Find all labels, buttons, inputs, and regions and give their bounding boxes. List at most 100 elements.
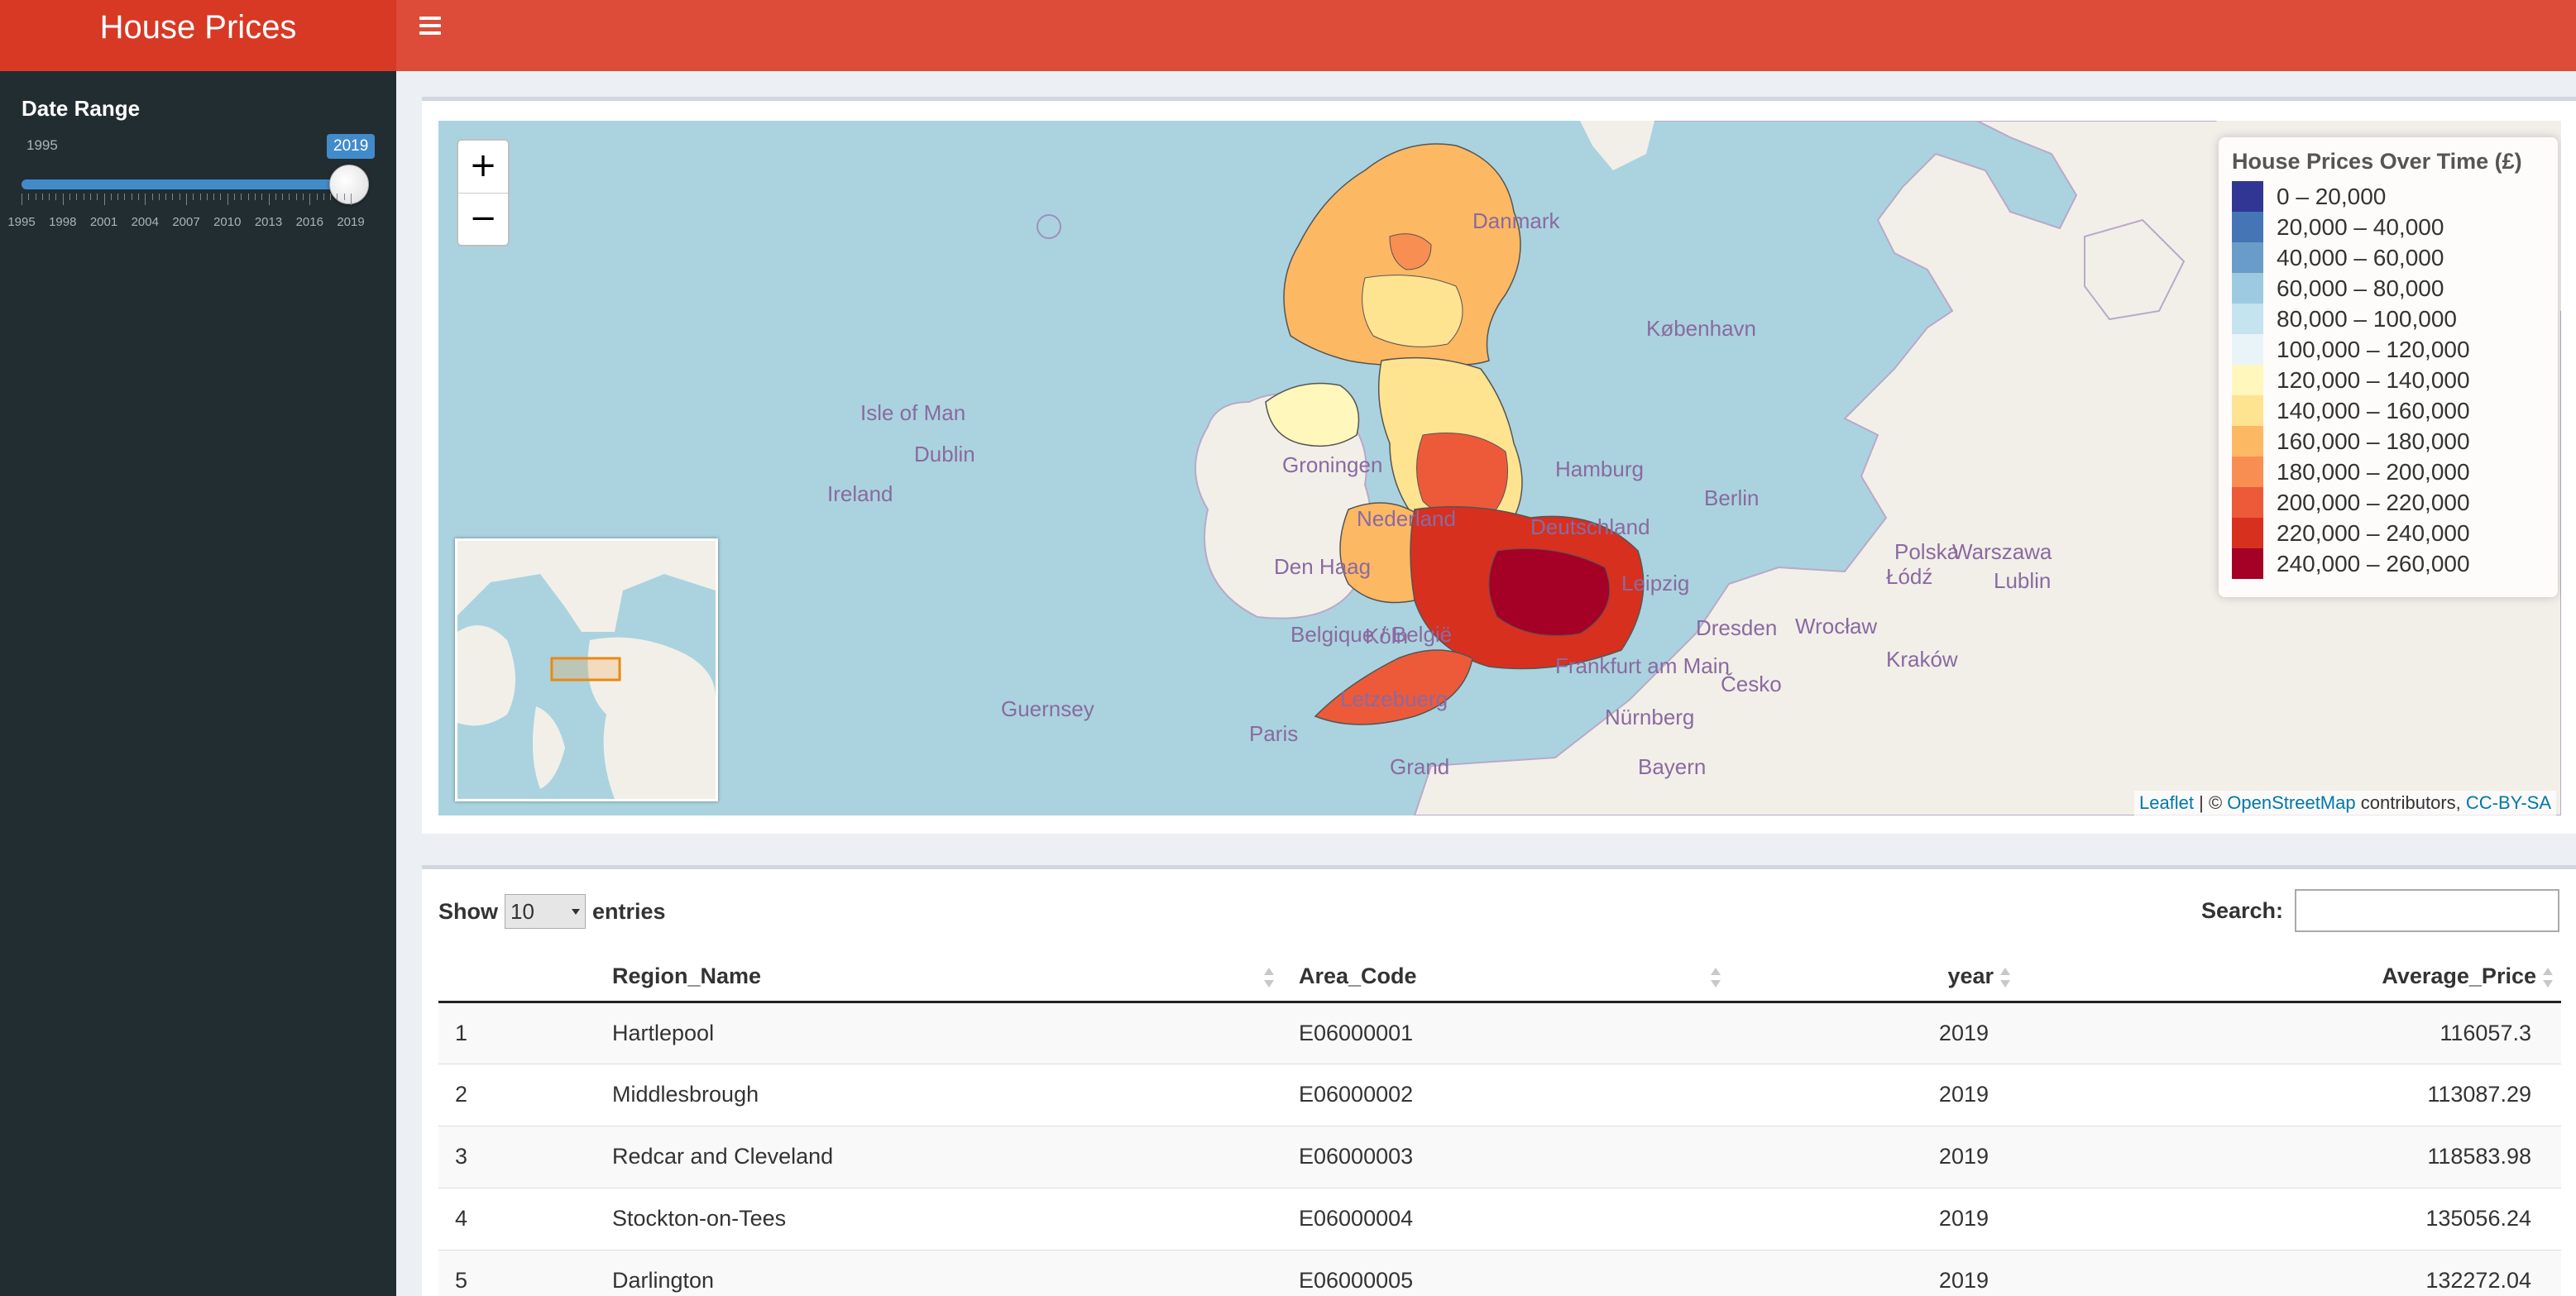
- cell-average-price: 118583.98: [2018, 1125, 2561, 1188]
- legend-item: 200,000 – 220,000: [2232, 487, 2545, 518]
- table-row[interactable]: 2 Middlesbrough E06000002 2019 113087.29: [438, 1063, 2561, 1126]
- legend-label: 20,000 – 40,000: [2277, 213, 2444, 240]
- map-place-label: Grand: [1390, 754, 1449, 779]
- choropleth-map[interactable]: SkagerrakDanmarkKøbenhavnIrelandDublinIs…: [438, 121, 2561, 815]
- minimap[interactable]: [455, 538, 718, 801]
- slider-tick-label: 1998: [49, 215, 77, 229]
- legend-item: 220,000 – 240,000: [2232, 518, 2545, 548]
- table-row[interactable]: 4 Stockton-on-Tees E06000004 2019 135056.24: [438, 1187, 2561, 1250]
- cell-year: 2019: [1729, 1187, 2018, 1250]
- cell-area-code: E06000004: [1282, 1187, 1729, 1250]
- cell-region-name: Middlesbrough: [596, 1063, 1282, 1126]
- date-range-label: Date Range: [22, 96, 141, 121]
- table-row[interactable]: 1 Hartlepool E06000001 2019 116057.3: [438, 1001, 2561, 1064]
- map-place-label: Paris: [1249, 721, 1298, 746]
- map-place-label: Warszawa: [1952, 539, 2052, 564]
- cell-average-price: 135056.24: [2018, 1187, 2561, 1250]
- map-place-label: Česko: [1721, 672, 1782, 696]
- slider-tick-label: 2016: [295, 215, 323, 229]
- map-place-label: Belgique / België: [1290, 622, 1452, 647]
- legend-swatch: [2232, 426, 2263, 457]
- legend-item: 100,000 – 120,000: [2232, 334, 2545, 365]
- cell-index: 4: [438, 1187, 596, 1250]
- col-header-region-name[interactable]: Region_Name: [596, 952, 1282, 1003]
- legend-swatch: [2232, 457, 2263, 487]
- entries-select[interactable]: 10: [505, 894, 586, 929]
- map-place-label: Łódź: [1886, 564, 1932, 589]
- map-place-label: Nederland: [1357, 506, 1456, 531]
- cell-index: 5: [438, 1249, 596, 1296]
- attribution-contributors: contributors,: [2355, 792, 2466, 813]
- legend-item: 40,000 – 60,000: [2232, 242, 2545, 273]
- table-search: Search:: [2201, 889, 2559, 932]
- legend-swatch: [2232, 273, 2263, 304]
- col-header-average-price[interactable]: Average_Price: [2018, 952, 2561, 1003]
- legend-swatch: [2232, 304, 2263, 334]
- cell-index: 1: [438, 1001, 596, 1064]
- map-place-label: Hamburg: [1555, 457, 1644, 481]
- legend-label: 120,000 – 140,000: [2277, 366, 2470, 393]
- entries-length-control: Show 10 entries: [438, 894, 666, 929]
- slider-tick-label: 2004: [131, 215, 159, 229]
- cell-year: 2019: [1729, 1125, 2018, 1188]
- cell-region-name: Hartlepool: [596, 1001, 1282, 1064]
- legend-swatch: [2232, 548, 2263, 579]
- zoom-in-button[interactable]: +: [458, 141, 508, 193]
- sort-icon: [2000, 968, 2010, 988]
- legend-item: 140,000 – 160,000: [2232, 395, 2545, 426]
- map-place-label: Wrocław: [1795, 614, 1877, 638]
- legend-label: 0 – 20,000: [2277, 183, 2387, 209]
- show-label: Show: [438, 898, 498, 924]
- legend-title: House Prices Over Time (£): [2232, 149, 2522, 174]
- attribution-separator: | ©: [2194, 792, 2228, 813]
- legend-swatch: [2232, 212, 2263, 242]
- cell-area-code: E06000003: [1282, 1125, 1729, 1188]
- search-input[interactable]: [2295, 889, 2559, 932]
- top-navbar: [396, 0, 2576, 71]
- legend-label: 240,000 – 260,000: [2277, 550, 2470, 576]
- osm-link[interactable]: OpenStreetMap: [2227, 792, 2355, 813]
- slider-min-label: 1995: [26, 137, 58, 153]
- legend-label: 80,000 – 100,000: [2277, 305, 2457, 332]
- map-place-label: Den Haag: [1274, 554, 1371, 579]
- cell-area-code: E06000001: [1282, 1001, 1729, 1064]
- search-label: Search:: [2200, 897, 2283, 923]
- zoom-control: + −: [457, 139, 510, 246]
- map-place-label: Ireland: [827, 481, 893, 506]
- map-place-label: Dublin: [914, 442, 975, 466]
- legend-label: 160,000 – 180,000: [2277, 428, 2470, 454]
- legend-swatch: [2232, 242, 2263, 273]
- legend-item: 240,000 – 260,000: [2232, 548, 2545, 579]
- leaflet-link[interactable]: Leaflet: [2139, 792, 2194, 813]
- license-link[interactable]: CC-BY-SA: [2466, 792, 2551, 813]
- legend-label: 220,000 – 240,000: [2277, 519, 2470, 546]
- legend-swatch: [2232, 518, 2263, 548]
- cell-year: 2019: [1729, 1249, 2018, 1296]
- zoom-out-button[interactable]: −: [458, 193, 508, 245]
- cell-index: 2: [438, 1063, 596, 1126]
- slider-track[interactable]: [22, 179, 350, 189]
- cell-area-code: E06000002: [1282, 1063, 1729, 1126]
- legend-item: 160,000 – 180,000: [2232, 426, 2545, 457]
- col-header-index: [438, 952, 596, 1003]
- entries-label: entries: [592, 898, 666, 924]
- slider-tick-label: 2007: [172, 215, 200, 229]
- app-title[interactable]: House Prices: [0, 0, 396, 71]
- map-legend: House Prices Over Time (£) 0 – 20,000 20,…: [2219, 137, 2558, 597]
- table-row[interactable]: 3 Redcar and Cleveland E06000003 2019 118583…: [438, 1125, 2561, 1188]
- sidebar: Date Range 1995 2019 1995 1998 2001 2004 200…: [0, 71, 396, 1296]
- table-box: Show 10 entries Search: Region_Name Area…: [422, 865, 2576, 1296]
- col-header-area-code[interactable]: Area_Code: [1282, 952, 1729, 1003]
- map-place-label: Nürnberg: [1605, 705, 1694, 729]
- table-row[interactable]: 5 Darlington E06000005 2019 132272.04: [438, 1249, 2561, 1296]
- map-place-label: Dresden: [1696, 615, 1777, 640]
- legend-label: 200,000 – 220,000: [2277, 489, 2470, 515]
- map-place-label: København: [1646, 316, 1756, 341]
- map-place-label: Kraków: [1886, 647, 1958, 672]
- menu-toggle-icon[interactable]: [419, 17, 441, 36]
- col-header-year[interactable]: year: [1729, 952, 2018, 1003]
- cell-average-price: 113087.29: [2018, 1063, 2561, 1126]
- map-place-label: Guernsey: [1001, 696, 1094, 721]
- legend-swatch: [2232, 487, 2263, 518]
- map-place-label: Polska: [1894, 539, 1960, 564]
